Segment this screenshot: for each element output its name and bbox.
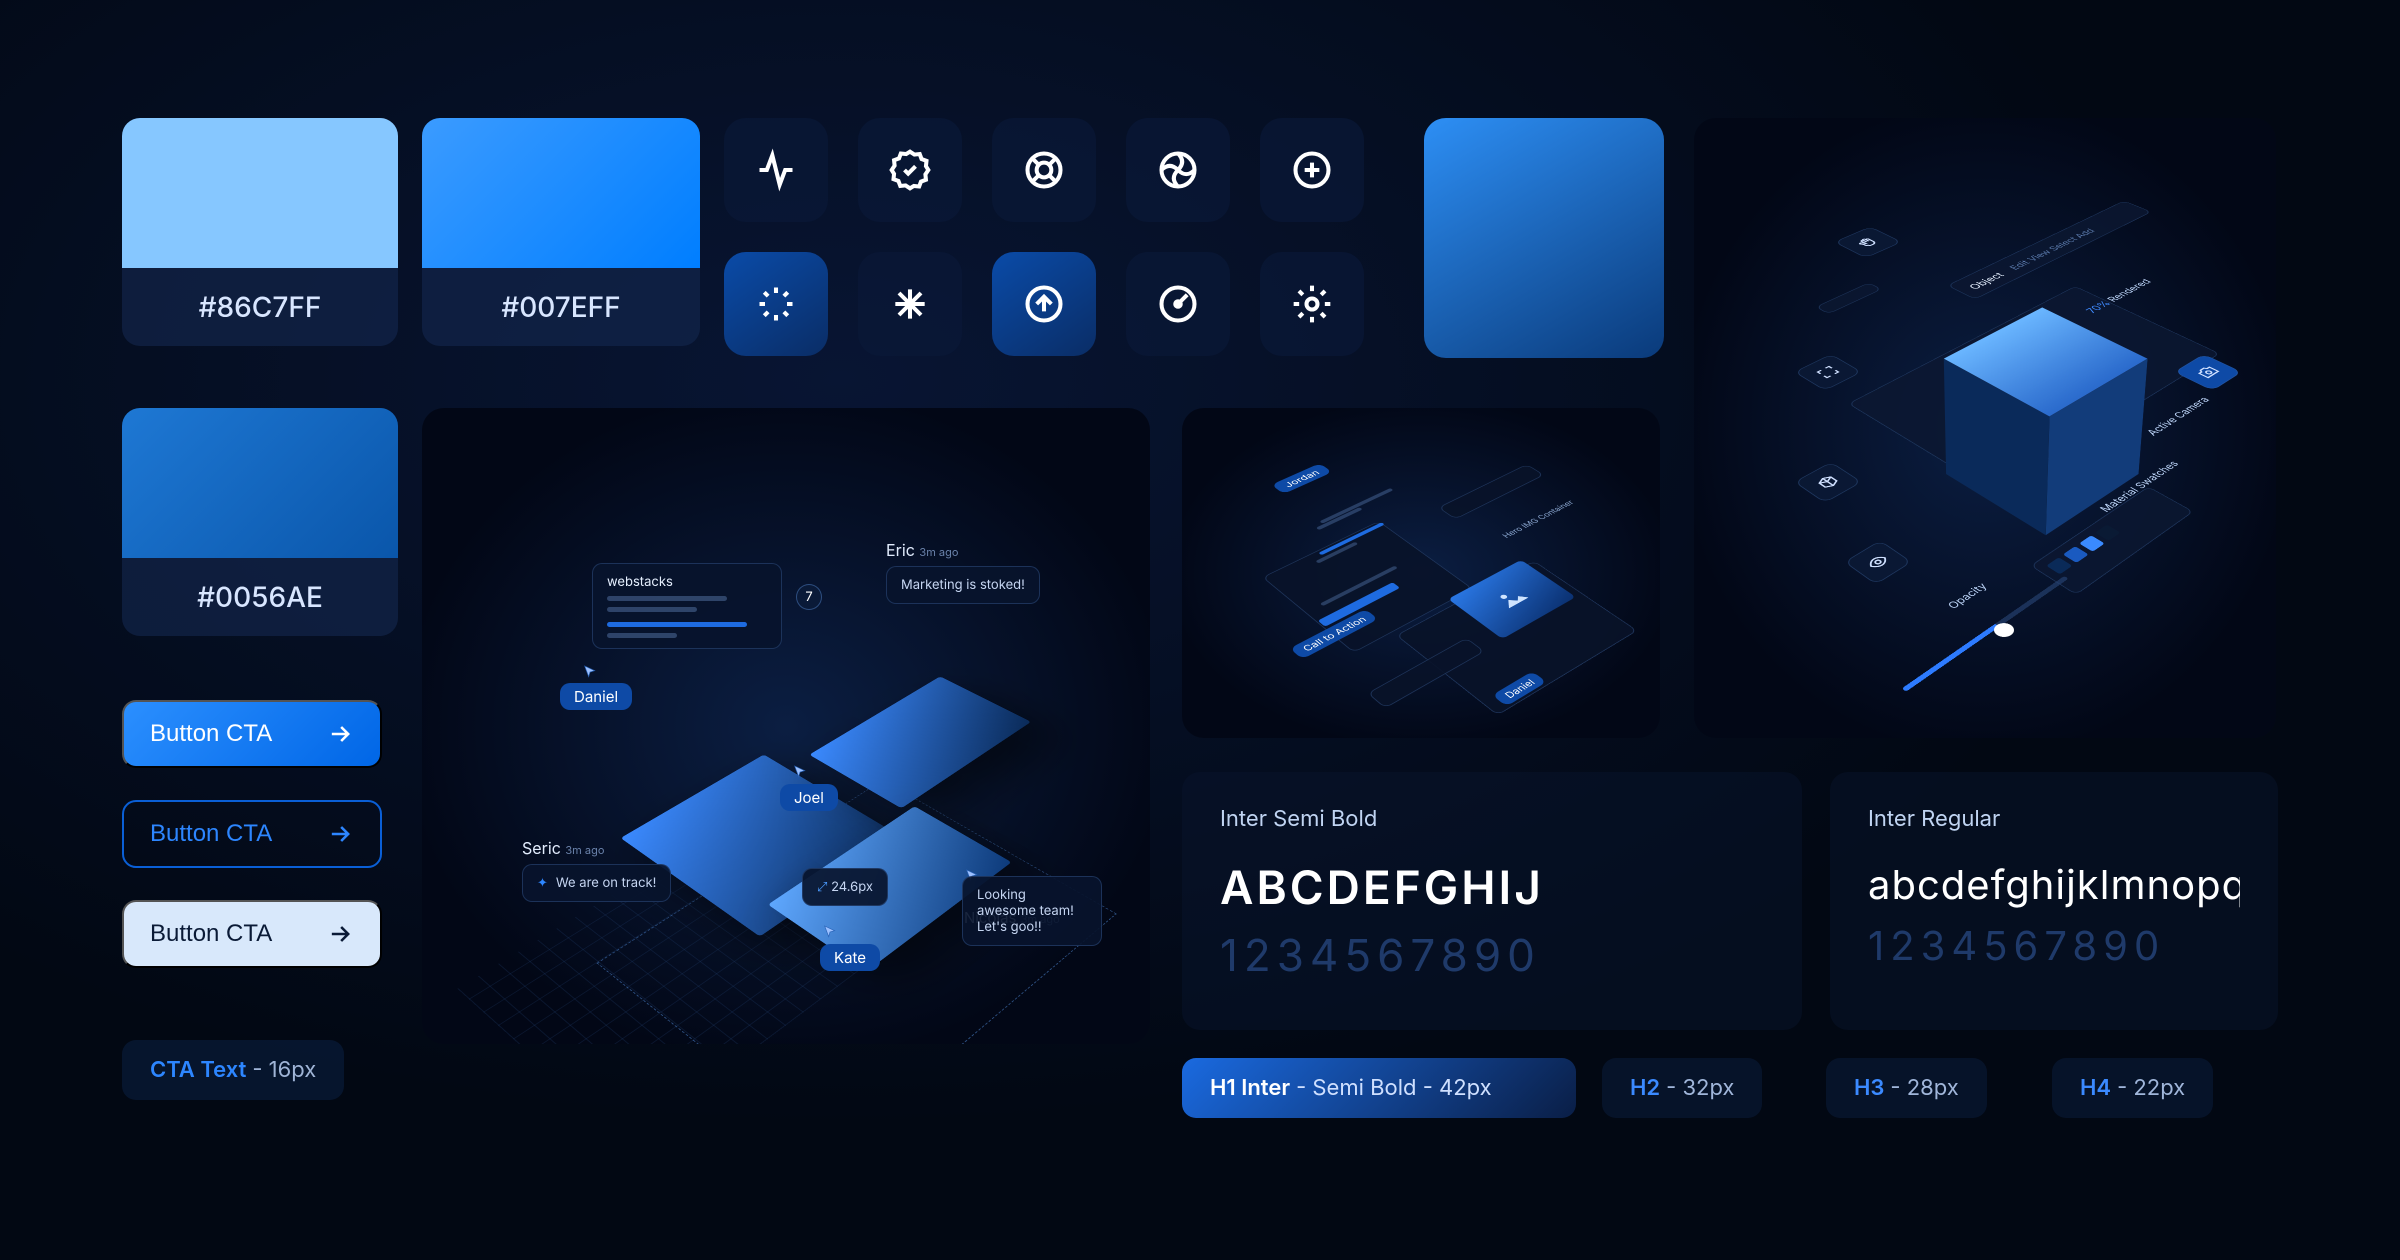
- arrow-right-icon: [326, 820, 354, 848]
- gradient-swatch-large: [1424, 118, 1664, 358]
- opacity-slider[interactable]: [1902, 576, 2069, 692]
- font-numerals: 1234567890: [1220, 928, 1764, 982]
- user-tag-kate: Kate: [820, 944, 880, 971]
- lifebuoy-icon[interactable]: [992, 118, 1096, 222]
- cube-icon[interactable]: [1794, 462, 1862, 503]
- toolbar-segment: [1815, 282, 1881, 314]
- iso-block: [809, 676, 1031, 808]
- cursor-icon: [822, 924, 838, 940]
- primary-cta-button[interactable]: Button CTA: [122, 700, 382, 768]
- chip-key: H2: [1630, 1075, 1660, 1101]
- font-sample: ABCDEFGHIJ: [1220, 860, 1764, 916]
- heading-spec-h2: H2 - 32px: [1602, 1058, 1762, 1118]
- typography-regular-card: Inter Regular abcdefghijklmnopqrst 12345…: [1830, 772, 2278, 1030]
- iso-toolbar: [1438, 464, 1544, 519]
- menu-bar: Object Edit View Select Add: [1947, 201, 2152, 300]
- swatch-fill: [122, 408, 398, 558]
- cta-text-spec-chip: CTA Text - 16px: [122, 1040, 344, 1100]
- 3d-editor-preview-panel: Object Edit View Select Add 70% Rendered…: [1694, 118, 2276, 738]
- chip-key: H4: [2080, 1075, 2111, 1101]
- chip-value: - 32px: [1666, 1075, 1734, 1101]
- verified-badge-icon[interactable]: [858, 118, 962, 222]
- hand-tool-icon[interactable]: [1834, 227, 1902, 259]
- chip-value: - 28px: [1890, 1075, 1958, 1101]
- swatch-hex-label: #86C7FF: [122, 268, 398, 346]
- ui-builder-preview-panel: Jordan Call to Action Daniel Hero IMG Co…: [1182, 408, 1660, 738]
- gear-icon[interactable]: [1260, 252, 1364, 356]
- swatch-fill: [122, 118, 398, 268]
- collaboration-preview-panel: webstacks 7 Eric 3m ago Marketing is sto…: [422, 408, 1150, 1044]
- chip-key: H3: [1854, 1075, 1884, 1101]
- comment-marketing: Marketing is stoked!: [886, 566, 1040, 604]
- color-swatch-dark-blue[interactable]: #0056AE: [122, 408, 398, 636]
- arrow-right-icon: [326, 720, 354, 748]
- user-tag-joel: Joel: [780, 784, 838, 811]
- button-label: Button CTA: [150, 920, 272, 948]
- font-name: Inter Semi Bold: [1220, 806, 1764, 832]
- chip-key: H1 Inter: [1210, 1075, 1290, 1101]
- user-seric-label: Seric 3m ago: [522, 838, 604, 858]
- color-swatch-primary-blue[interactable]: #007EFF: [422, 118, 700, 346]
- heading-spec-h3: H3 - 28px: [1826, 1058, 1987, 1118]
- chip-key: CTA Text: [150, 1057, 246, 1083]
- user-tag-daniel: Daniel: [560, 683, 632, 710]
- hero-container-label: Hero IMG Container: [1500, 499, 1576, 540]
- speedometer-icon[interactable]: [1126, 252, 1230, 356]
- comment-webstacks: webstacks: [592, 563, 782, 649]
- swatch-hex-label: #007EFF: [422, 268, 700, 346]
- cursor-icon: [582, 664, 598, 680]
- user-tag-jordan: Jordan: [1271, 463, 1332, 494]
- swatch-fill: [422, 118, 700, 268]
- active-camera-label: Active Camera: [2144, 395, 2213, 438]
- font-name: Inter Regular: [1868, 806, 2240, 832]
- icon-grid: [724, 118, 1364, 356]
- font-sample: abcdefghijklmnopqrst: [1868, 860, 2240, 909]
- comment-count-badge: 7: [796, 584, 822, 610]
- activity-icon[interactable]: [724, 118, 828, 222]
- chip-value: - Semi Bold - 42px: [1296, 1075, 1492, 1101]
- eye-icon[interactable]: [1844, 540, 1912, 584]
- font-numerals: 1234567890: [1868, 921, 2240, 970]
- cube-primitive: [1945, 365, 2143, 478]
- plus-circle-icon[interactable]: [1260, 118, 1364, 222]
- arrow-right-icon: [326, 920, 354, 948]
- button-label: Button CTA: [150, 720, 272, 748]
- chip-value: - 16px: [252, 1057, 316, 1083]
- user-eric-label: Eric 3m ago: [886, 540, 958, 560]
- button-label: Button CTA: [150, 820, 272, 848]
- arrow-up-circle-icon[interactable]: [992, 252, 1096, 356]
- heading-spec-h1: H1 Inter - Semi Bold - 42px: [1182, 1058, 1576, 1118]
- chip-value: - 22px: [2117, 1075, 2185, 1101]
- light-cta-button[interactable]: Button CTA: [122, 900, 382, 968]
- dimension-label: ⤢ 24.6px: [802, 868, 888, 906]
- loading-spinner-icon[interactable]: [724, 252, 828, 356]
- opacity-label: Opacity: [1945, 581, 1990, 611]
- outline-cta-button[interactable]: Button CTA: [122, 800, 382, 868]
- asterisk-icon[interactable]: [858, 252, 962, 356]
- comment-looking: Looking awesome team! Let's goo!!: [962, 876, 1102, 946]
- color-swatch-light-blue[interactable]: #86C7FF: [122, 118, 398, 346]
- cursor-icon: [792, 764, 808, 780]
- swatch-hex-label: #0056AE: [122, 558, 398, 636]
- heading-spec-h4: H4 - 22px: [2052, 1058, 2213, 1118]
- comment-ontrack: ✦We are on track!: [522, 864, 671, 902]
- aperture-icon[interactable]: [1126, 118, 1230, 222]
- typography-semibold-card: Inter Semi Bold ABCDEFGHIJ 1234567890: [1182, 772, 1802, 1030]
- fullscreen-icon[interactable]: [1794, 354, 1862, 391]
